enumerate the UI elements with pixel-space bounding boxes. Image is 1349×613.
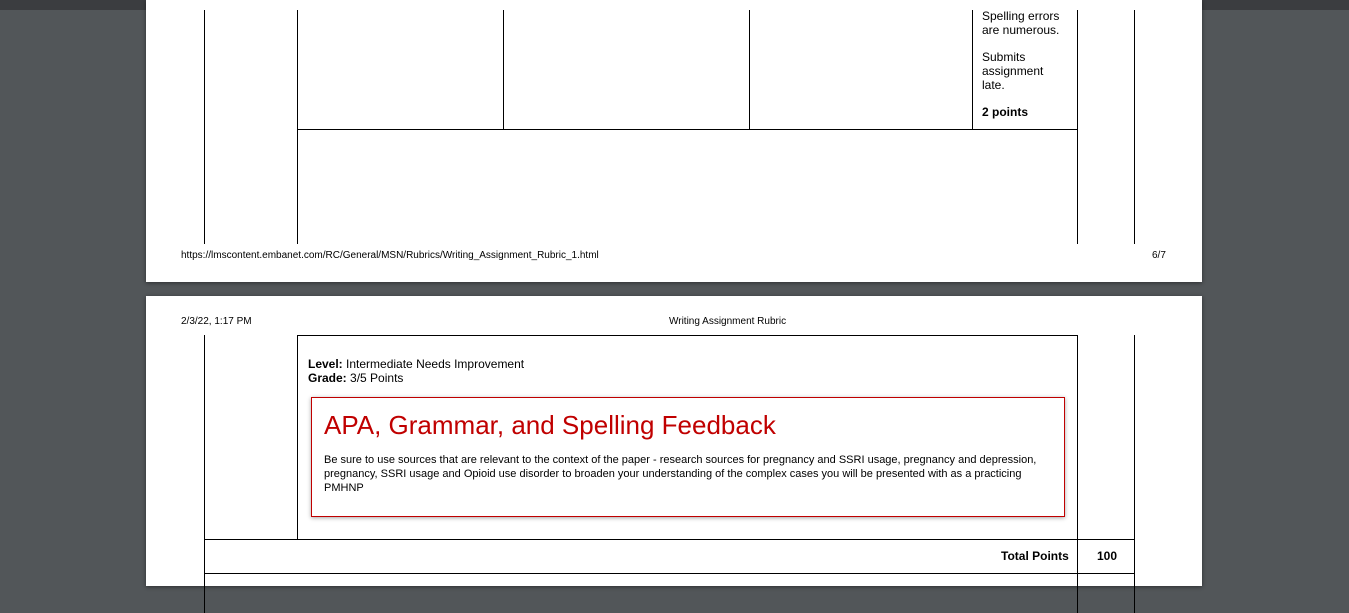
page-number: 6/7 xyxy=(1152,250,1166,261)
total-points-label: Total Points xyxy=(1001,549,1069,563)
table-border-inner-right xyxy=(1077,10,1078,244)
table-row-divider xyxy=(297,129,1078,130)
total-points-value: 100 xyxy=(1097,549,1118,563)
table-bottom-border xyxy=(204,573,1135,574)
pdf-page-7: 2/3/22, 1:17 PM Writing Assignment Rubri… xyxy=(146,296,1202,613)
level-label: Level: xyxy=(308,357,343,371)
feedback-body: Be sure to use sources that are relevant… xyxy=(324,454,1037,494)
table-border-inner-right xyxy=(1077,335,1078,613)
submission-line: late. xyxy=(982,78,1005,92)
table-column-divider xyxy=(972,10,973,129)
table-border-left xyxy=(204,335,205,613)
table-border-right xyxy=(1134,335,1135,613)
level-line: Level: Intermediate Needs Improvement xyxy=(308,357,524,371)
points-value: 2 points xyxy=(982,105,1029,119)
grade-label: Grade: xyxy=(308,371,347,385)
submission-cell: Submits assignment late. xyxy=(982,50,1074,92)
feedback-title: APA, Grammar, and Spelling Feedback xyxy=(324,410,776,440)
level-value: Intermediate Needs Improvement xyxy=(346,357,525,371)
grade-line: Grade: 3/5 Points xyxy=(308,371,403,385)
criteria-cell: Spelling errors are numerous. xyxy=(982,9,1074,37)
footer-url: https://lmscontent.embanet.com/RC/Genera… xyxy=(181,250,599,261)
table-border-left xyxy=(204,10,205,244)
table-column-divider xyxy=(503,10,504,129)
feedback-box: APA, Grammar, and Spelling Feedback Be s… xyxy=(311,397,1065,517)
table-row-divider xyxy=(204,539,1135,540)
submission-line: Submits xyxy=(982,50,1026,64)
pdf-page-6: Spelling errors are numerous. Submits as… xyxy=(146,0,1202,282)
table-border-inner-left xyxy=(297,335,298,539)
table-column-divider xyxy=(749,10,750,129)
table-top-border xyxy=(297,335,1078,336)
table-border-right xyxy=(1134,10,1135,244)
header-title: Writing Assignment Rubric xyxy=(669,316,787,327)
table-border-inner-left xyxy=(297,10,298,244)
submission-line: assignment xyxy=(982,64,1044,78)
criteria-line: Spelling errors xyxy=(982,9,1060,23)
criteria-line: are numerous. xyxy=(982,23,1060,37)
header-date: 2/3/22, 1:17 PM xyxy=(181,316,252,327)
grade-value: 3/5 Points xyxy=(350,371,404,385)
